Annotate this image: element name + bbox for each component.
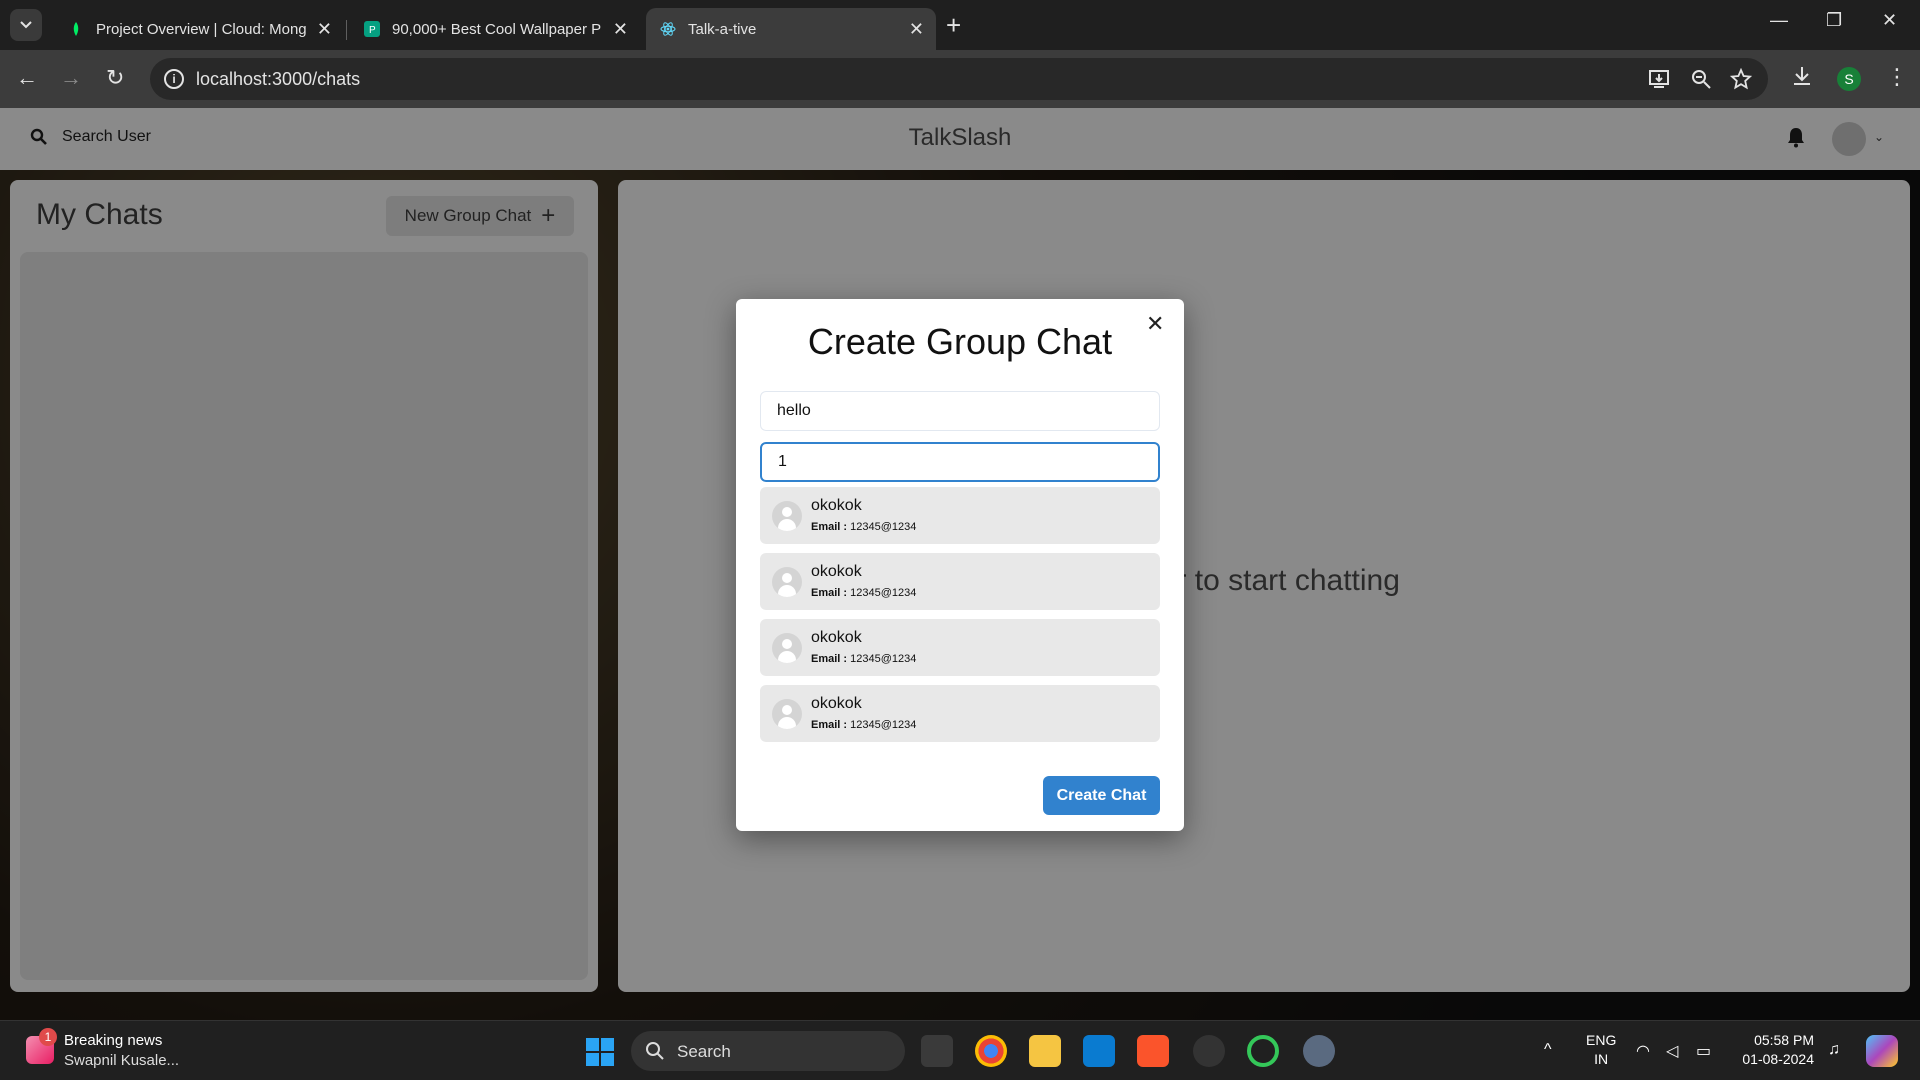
user-avatar bbox=[772, 633, 802, 663]
browser-toolbar: ← → ↻ i localhost:3000/chats S ⋮ bbox=[0, 50, 1920, 108]
download-icon[interactable] bbox=[1790, 64, 1814, 88]
user-avatar bbox=[772, 699, 802, 729]
address-bar[interactable]: i localhost:3000/chats bbox=[150, 58, 1768, 100]
new-group-chat-label: New Group Chat bbox=[404, 206, 532, 225]
taskbar-search-label: Search bbox=[677, 1042, 731, 1061]
search-icon bbox=[646, 1042, 664, 1060]
profile-avatar[interactable]: S bbox=[1837, 67, 1861, 91]
system-clock[interactable]: 05:58 PM 01-08-2024 bbox=[1734, 1031, 1814, 1069]
forward-icon[interactable]: → bbox=[60, 66, 82, 90]
pexels-icon: P bbox=[364, 21, 380, 37]
react-icon bbox=[660, 22, 676, 36]
notification-badge: 1 bbox=[39, 1028, 57, 1046]
install-app-icon[interactable] bbox=[1648, 68, 1670, 90]
user-email: Email : 12345@1234 bbox=[811, 587, 917, 599]
news-title[interactable]: Breaking news bbox=[64, 1032, 162, 1049]
tab-mongodb[interactable]: Project Overview | Cloud: MongoDB ✕ bbox=[54, 8, 344, 50]
windows-taskbar: 1 Breaking news Swapnil Kusale... Search… bbox=[0, 1020, 1920, 1080]
user-list-item[interactable]: okokok Email : 12345@1234 bbox=[760, 553, 1160, 610]
mongodb-leaf-icon bbox=[73, 22, 79, 36]
back-icon[interactable]: ← bbox=[16, 66, 38, 90]
tab-title: Project Overview | Cloud: MongoDB bbox=[96, 20, 306, 38]
bell-icon[interactable] bbox=[1786, 126, 1806, 148]
user-name: okokok bbox=[811, 563, 862, 580]
site-info-icon[interactable]: i bbox=[164, 69, 184, 89]
user-avatar bbox=[772, 567, 802, 597]
new-group-chat-button[interactable]: New Group Chat + bbox=[386, 196, 574, 236]
news-subtitle[interactable]: Swapnil Kusale... bbox=[64, 1052, 179, 1069]
volume-icon[interactable]: ◁ bbox=[1666, 1041, 1678, 1061]
windows-start-icon[interactable] bbox=[586, 1038, 614, 1066]
chat-list bbox=[20, 252, 588, 980]
tab-talk-a-tive[interactable]: Talk-a-tive ✕ bbox=[646, 8, 936, 50]
create-group-modal: Create Group Chat ✕ okokok Email : 12345… bbox=[736, 299, 1184, 831]
user-list-item[interactable]: okokok Email : 12345@1234 bbox=[760, 487, 1160, 544]
close-icon[interactable]: ✕ bbox=[317, 19, 332, 39]
user-email: Email : 12345@1234 bbox=[811, 653, 917, 665]
window-close-icon[interactable]: ✕ bbox=[1882, 10, 1897, 31]
app-title: TalkSlash bbox=[908, 124, 1012, 151]
user-avatar[interactable] bbox=[1832, 122, 1866, 156]
create-chat-button[interactable]: Create Chat bbox=[1043, 776, 1160, 815]
modal-title: Create Group Chat bbox=[807, 321, 1113, 362]
tab-title: Talk-a-tive bbox=[688, 20, 757, 38]
user-name: okokok bbox=[811, 629, 862, 646]
my-chats-panel: My Chats New Group Chat + bbox=[10, 180, 598, 992]
chrome-icon[interactable] bbox=[975, 1035, 1007, 1067]
tab-wallpapers[interactable]: P 90,000+ Best Cool Wallpaper Photos ✕ bbox=[350, 8, 640, 50]
file-explorer-icon[interactable] bbox=[1029, 1035, 1061, 1067]
url-text[interactable]: localhost:3000/chats bbox=[196, 69, 360, 90]
notification-bell-icon[interactable]: ♫ bbox=[1828, 1041, 1840, 1059]
restore-icon[interactable]: ❐ bbox=[1826, 10, 1842, 31]
task-view-icon[interactable] bbox=[921, 1035, 953, 1067]
new-tab-icon[interactable]: + bbox=[946, 12, 961, 38]
user-name: okokok bbox=[811, 497, 862, 514]
language-indicator[interactable]: ENG IN bbox=[1586, 1031, 1616, 1069]
vscode-icon[interactable] bbox=[1083, 1035, 1115, 1067]
plus-icon: + bbox=[541, 202, 556, 229]
tab-divider bbox=[346, 20, 347, 40]
reload-icon[interactable]: ↻ bbox=[106, 66, 124, 90]
menu-kebab-icon[interactable]: ⋮ bbox=[1886, 64, 1908, 90]
user-list-item[interactable]: okokok Email : 12345@1234 bbox=[760, 619, 1160, 676]
chevron-down-icon[interactable]: ⌄ bbox=[1874, 130, 1884, 144]
battery-icon[interactable]: ▭ bbox=[1696, 1041, 1711, 1061]
close-icon[interactable]: ✕ bbox=[613, 19, 628, 39]
chevron-up-icon[interactable]: ^ bbox=[1544, 1041, 1552, 1059]
tab-search-button[interactable] bbox=[10, 9, 42, 41]
minimize-icon[interactable]: — bbox=[1770, 10, 1788, 31]
user-list-item[interactable]: okokok Email : 12345@1234 bbox=[760, 685, 1160, 742]
wifi-icon[interactable]: ◠ bbox=[1636, 1041, 1650, 1061]
chevron-down-icon bbox=[20, 21, 32, 29]
svg-text:P: P bbox=[369, 25, 376, 36]
user-name: okokok bbox=[811, 695, 862, 712]
loading-app-icon[interactable] bbox=[1247, 1035, 1279, 1067]
add-users-input[interactable] bbox=[760, 442, 1160, 482]
my-chats-heading: My Chats bbox=[36, 198, 163, 231]
settings-gear-icon[interactable] bbox=[1303, 1035, 1335, 1067]
brave-icon[interactable] bbox=[1137, 1035, 1169, 1067]
chat-name-input[interactable] bbox=[760, 391, 1160, 431]
copilot-icon[interactable] bbox=[1866, 1035, 1898, 1067]
close-icon[interactable]: ✕ bbox=[909, 19, 924, 39]
zoom-icon[interactable] bbox=[1690, 68, 1712, 90]
alienware-icon[interactable] bbox=[1193, 1035, 1225, 1067]
browser-tabstrip: Project Overview | Cloud: MongoDB ✕ P 90… bbox=[0, 0, 1920, 50]
tab-title: 90,000+ Best Cool Wallpaper Photos bbox=[392, 20, 602, 38]
taskbar-search[interactable]: Search bbox=[631, 1031, 905, 1071]
user-avatar bbox=[772, 501, 802, 531]
app-header: Search User TalkSlash ⌄ bbox=[0, 108, 1920, 170]
close-icon[interactable]: ✕ bbox=[1146, 311, 1164, 337]
bookmark-star-icon[interactable] bbox=[1730, 68, 1752, 90]
user-email: Email : 12345@1234 bbox=[811, 719, 917, 731]
user-email: Email : 12345@1234 bbox=[811, 521, 917, 533]
